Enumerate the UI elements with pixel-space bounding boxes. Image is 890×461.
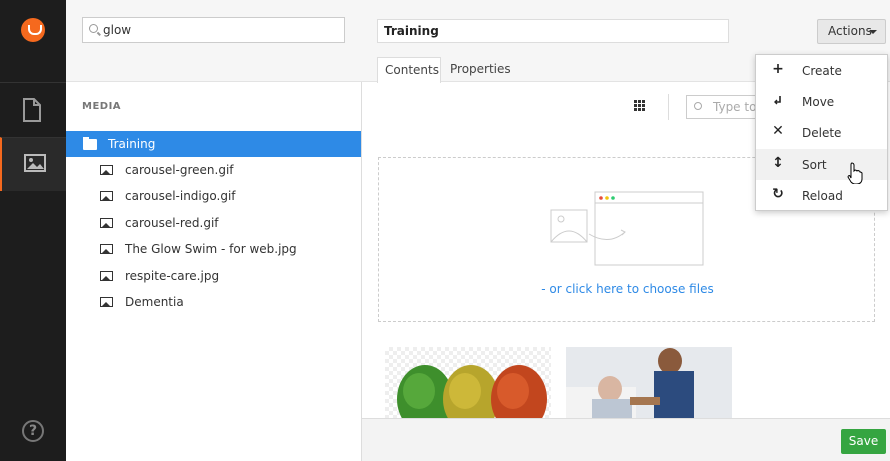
tree-item-label: carousel-red.gif <box>125 216 219 230</box>
tree-item-root[interactable]: Training <box>66 131 361 157</box>
tree-item[interactable]: carousel-red.gif <box>66 210 361 236</box>
logo-icon[interactable] <box>21 18 45 42</box>
image-icon <box>100 218 113 228</box>
tree-section-label: MEDIA <box>82 101 122 112</box>
editor-footer: Save <box>362 418 890 461</box>
tree-search[interactable] <box>82 17 345 43</box>
tree-header <box>66 0 362 82</box>
media-thumbnail[interactable] <box>566 347 732 419</box>
image-icon <box>100 191 113 201</box>
search-icon <box>694 102 702 110</box>
folder-icon <box>83 137 97 150</box>
tab-properties[interactable]: Properties <box>443 57 518 82</box>
tree-item-label: Dementia <box>125 295 184 309</box>
toolbar-divider <box>668 94 669 120</box>
tree-item-label: carousel-green.gif <box>125 163 234 177</box>
menu-item-label: Sort <box>802 158 827 172</box>
reload-icon: ↻ <box>772 186 784 202</box>
grid-view-icon[interactable] <box>634 100 646 112</box>
tree-search-input[interactable] <box>103 21 338 39</box>
actions-button[interactable]: Actions <box>817 19 886 44</box>
tree-item-label: respite-care.jpg <box>125 269 220 283</box>
move-icon <box>771 93 785 107</box>
menu-item-delete[interactable]: ✕ Delete <box>756 117 887 148</box>
menu-item-label: Create <box>802 64 842 78</box>
actions-menu: + Create Move ✕ Delete ↕ Sort ↻ Reload <box>755 54 888 211</box>
choose-files-link[interactable]: - or click here to choose files <box>379 282 876 296</box>
menu-item-label: Move <box>802 95 835 109</box>
tree-item[interactable]: carousel-indigo.gif <box>66 183 361 209</box>
plus-icon: + <box>772 61 784 77</box>
node-name-field[interactable]: Training <box>377 19 729 43</box>
image-icon <box>100 271 113 281</box>
tree-item[interactable]: The Glow Swim - for web.jpg <box>66 236 361 262</box>
media-icon <box>24 154 46 172</box>
upload-illustration-icon <box>550 191 704 266</box>
app-rail: ? <box>0 0 66 461</box>
menu-item-label: Reload <box>802 189 843 203</box>
actions-label: Actions <box>828 24 872 38</box>
sidebar-item-media[interactable] <box>0 137 66 191</box>
tree-item-label: Training <box>108 137 156 151</box>
search-icon <box>89 24 98 33</box>
tab-contents[interactable]: Contents <box>377 57 441 83</box>
sidebar-item-content[interactable] <box>0 82 66 136</box>
tree-item-label: The Glow Swim - for web.jpg <box>125 242 297 256</box>
menu-item-move[interactable]: Move <box>756 86 887 117</box>
heads-image <box>397 365 547 419</box>
document-icon <box>23 98 41 122</box>
menu-item-reload[interactable]: ↻ Reload <box>756 180 887 211</box>
delete-icon: ✕ <box>772 123 784 139</box>
menu-item-label: Delete <box>802 126 842 140</box>
tree-item[interactable]: Dementia <box>66 289 361 315</box>
save-button[interactable]: Save <box>841 429 886 454</box>
media-thumbnail[interactable] <box>385 347 551 419</box>
menu-item-sort[interactable]: ↕ Sort <box>756 149 887 180</box>
tree-item-label: carousel-indigo.gif <box>125 189 236 203</box>
hand-cursor-icon <box>847 162 863 184</box>
list-search-placeholder: Type to <box>713 100 757 114</box>
care-photo-image <box>566 347 732 419</box>
help-icon[interactable]: ? <box>22 420 44 442</box>
tree-item[interactable]: respite-care.jpg <box>66 263 361 289</box>
sort-icon: ↕ <box>772 155 784 171</box>
menu-item-create[interactable]: + Create <box>756 55 887 86</box>
image-icon <box>100 297 113 307</box>
tree-item[interactable]: carousel-green.gif <box>66 157 361 183</box>
caret-down-icon <box>869 30 877 34</box>
image-icon <box>100 165 113 175</box>
image-icon <box>100 244 113 254</box>
media-tree-panel: MEDIA Training carousel-green.gif carous… <box>66 0 362 461</box>
